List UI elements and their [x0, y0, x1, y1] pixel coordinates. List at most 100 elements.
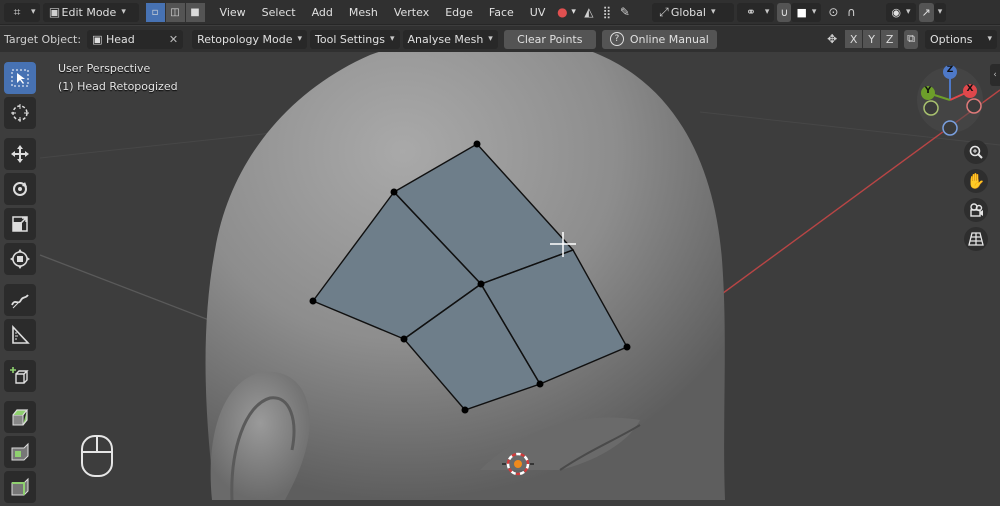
options-label: Options [930, 32, 973, 46]
tool-transform[interactable] [4, 243, 36, 275]
chevron-down-icon: ▾ [811, 7, 817, 17]
mode-dropdown[interactable]: ▣ Edit Mode ▾ [42, 2, 139, 22]
menu-uv[interactable]: UV [522, 6, 554, 19]
vertex-select-icon: ▫ [151, 6, 159, 18]
options-dropdown[interactable]: Options ▾ [925, 29, 997, 49]
sidebar-toggle[interactable]: ‹ [990, 64, 1000, 86]
clear-points-button[interactable]: Clear Points [503, 29, 596, 49]
snap-target-dropdown[interactable]: ■ ▾ [791, 2, 822, 22]
axis-z-toggle[interactable]: Z [881, 30, 899, 48]
3d-viewport-icon: ⌗ [13, 4, 21, 19]
extrude-icon [12, 409, 29, 426]
chevron-down-icon[interactable]: ▾ [571, 7, 576, 17]
tool-select-box[interactable] [4, 62, 36, 94]
gizmo-dropdown[interactable]: ▾ [933, 2, 947, 22]
tool-extrude[interactable] [4, 401, 36, 433]
snap-toggle[interactable]: ∪ [777, 2, 792, 22]
orientation-label: Global [670, 5, 706, 19]
move-arrows-icon [11, 145, 29, 163]
chevron-left-icon: ‹ [993, 70, 997, 80]
chevron-down-icon: ▾ [121, 7, 126, 17]
pan-button[interactable]: ✋ [964, 169, 988, 193]
orientation-dropdown[interactable]: ⤢ Global ▾ [651, 2, 734, 22]
hand-icon: ✋ [966, 172, 986, 190]
menu-vertex[interactable]: Vertex [386, 6, 437, 19]
mirror-butterfly-icon[interactable]: ✥ [823, 30, 841, 48]
annotate-pen-icon [11, 294, 29, 309]
mode-label: Edit Mode [61, 5, 117, 19]
gizmo-x-label: X [966, 84, 974, 94]
chevron-down-icon: ▾ [297, 34, 303, 44]
gizmo-y-label: Y [924, 86, 932, 96]
snap-edge-icon[interactable]: ◭ [580, 3, 598, 21]
axis-x-toggle[interactable]: X [845, 30, 863, 48]
retopo-addon-icon[interactable]: ● [553, 3, 571, 21]
tool-inset[interactable] [4, 436, 36, 468]
retopology-mode-label: Retopology Mode [197, 32, 293, 46]
tool-measure[interactable] [4, 319, 36, 351]
viewport-perspective-label: User Perspective [58, 62, 151, 75]
menu-mesh[interactable]: Mesh [341, 6, 386, 19]
select-mode-group: ▫ ◫ ■ [145, 2, 206, 22]
menu-select[interactable]: Select [254, 6, 304, 19]
menu-view[interactable]: View [212, 6, 254, 19]
pivot-icon: ⚭ [745, 5, 756, 19]
chevron-down-icon: ▾ [937, 7, 943, 17]
perspective-toggle-button[interactable] [964, 227, 988, 251]
visibility-dropdown[interactable]: ◉ ▾ [886, 2, 916, 22]
retopology-mode-dropdown[interactable]: Retopology Mode ▾ [192, 29, 308, 49]
vertex-select-button[interactable]: ▫ [145, 2, 165, 22]
online-manual-label: Online Manual [629, 32, 709, 46]
magnet-icon: ∪ [780, 5, 789, 19]
face-select-button[interactable]: ■ [185, 2, 205, 22]
tool-move[interactable] [4, 138, 36, 170]
tool-cursor[interactable] [4, 97, 36, 129]
edit-mode-icon: ▣ [48, 5, 61, 19]
tool-header: Target Object: ▣ Head ✕ Retopology Mode ▾… [0, 26, 1000, 52]
edge-select-button[interactable]: ◫ [165, 2, 185, 22]
help-icon: ? [609, 32, 624, 46]
tool-rotate[interactable] [4, 173, 36, 205]
pivot-dropdown[interactable]: ⚭ ▾ [736, 2, 775, 22]
bevel-icon [11, 477, 29, 496]
target-object-label: Target Object: [4, 32, 82, 46]
target-object-value: Head [105, 32, 135, 46]
analyse-mesh-label: Analyse Mesh [407, 32, 484, 46]
falloff-curve-icon[interactable]: ∩ [842, 3, 860, 21]
clear-x-icon[interactable]: ✕ [169, 33, 178, 46]
tool-settings-dropdown[interactable]: Tool Settings ▾ [310, 29, 400, 49]
viewport-object-label: (1) Head Retopogized [58, 80, 178, 93]
menu-edge[interactable]: Edge [437, 6, 481, 19]
mesh-symmetry-button[interactable]: ⧉ [904, 29, 918, 49]
camera-view-button[interactable] [964, 198, 988, 222]
tool-add-cube[interactable] [4, 360, 36, 392]
proportional-edit-icon[interactable]: ⊙ [824, 3, 842, 21]
clear-points-label: Clear Points [517, 32, 583, 46]
cursor-target-icon [11, 104, 29, 122]
tool-scale[interactable] [4, 208, 36, 240]
transform-orientation-icon: ⤢ [659, 4, 669, 19]
chevron-down-icon: ▾ [390, 34, 395, 44]
menu-add[interactable]: Add [304, 6, 341, 19]
brush-icon[interactable]: ✎ [616, 3, 634, 21]
zoom-button[interactable] [964, 140, 988, 164]
viewport-scene[interactable] [0, 0, 1000, 500]
snap-grid-icon[interactable]: ⣿ [598, 3, 616, 21]
scale-icon [12, 216, 28, 232]
menu-face[interactable]: Face [481, 6, 522, 19]
chevron-down-icon: ▾ [906, 7, 911, 17]
tool-bevel[interactable] [4, 471, 36, 503]
inset-faces-icon [11, 442, 29, 461]
object-square-icon: ▣ [92, 32, 103, 46]
tool-annotate[interactable] [4, 284, 36, 316]
target-object-field[interactable]: ▣ Head ✕ [87, 29, 184, 49]
analyse-mesh-dropdown[interactable]: Analyse Mesh ▾ [402, 29, 498, 49]
chevron-down-icon: ▾ [710, 7, 716, 17]
edge-select-icon: ◫ [170, 6, 180, 18]
editor-type-dropdown[interactable]: ⌗ ▾ [4, 2, 40, 22]
perspective-grid-icon [968, 232, 984, 246]
axis-y-toggle[interactable]: Y [863, 30, 881, 48]
gizmo-toggle[interactable]: ↗ [918, 2, 934, 22]
face-select-icon: ■ [190, 6, 200, 18]
online-manual-button[interactable]: ? Online Manual [601, 29, 717, 49]
